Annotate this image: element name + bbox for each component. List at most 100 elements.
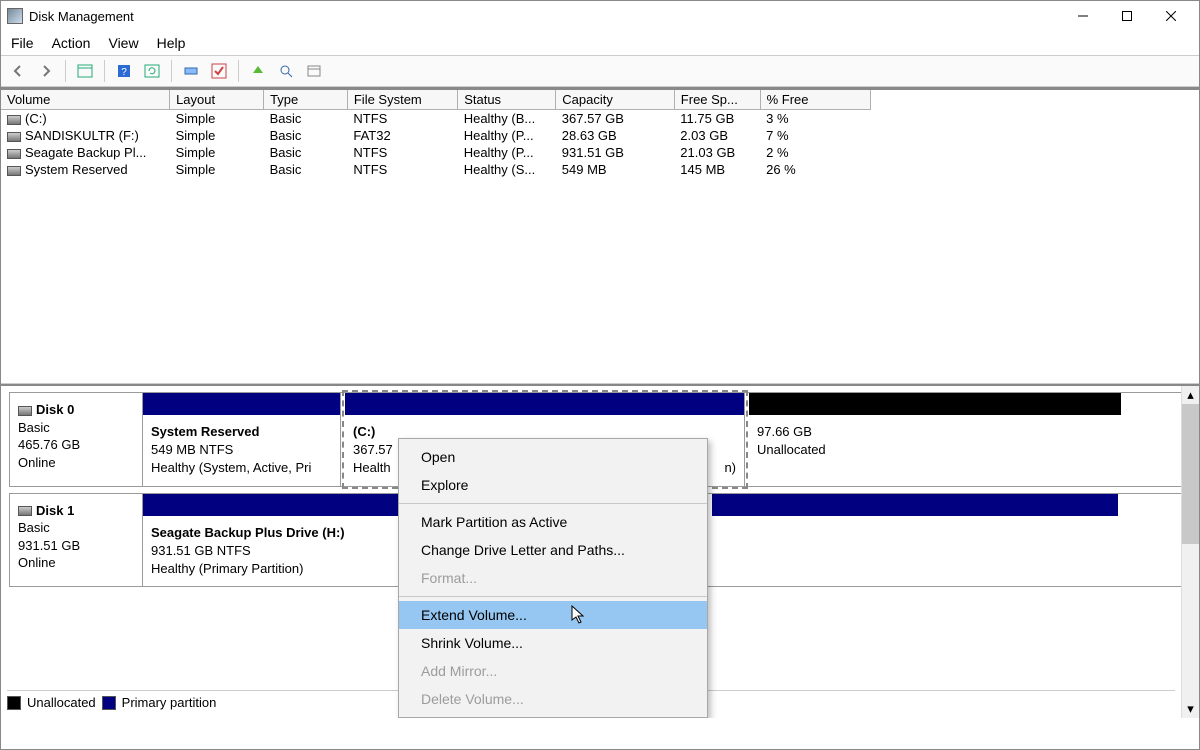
partition-status: Healthy (System, Active, Pri	[151, 459, 332, 477]
volume-status: Healthy (P...	[458, 127, 556, 144]
drive-icon	[7, 149, 21, 159]
disk-icon	[18, 506, 32, 516]
ctx-add-mirror[interactable]: Add Mirror...	[399, 657, 707, 685]
col-percent-free[interactable]: % Free	[760, 90, 870, 110]
table-row[interactable]: (C:) Simple Basic NTFS Healthy (B... 367…	[1, 110, 871, 128]
disk-info[interactable]: Disk 1 Basic 931.51 GB Online	[10, 494, 143, 587]
toolbar-divider	[65, 60, 66, 82]
ctx-format[interactable]: Format...	[399, 564, 707, 592]
ctx-explore[interactable]: Explore	[399, 471, 707, 499]
volume-table-area: Volume Layout Type File System Status Ca…	[1, 87, 1199, 384]
scroll-thumb[interactable]	[1182, 404, 1199, 544]
volume-filesystem: NTFS	[347, 161, 457, 178]
action-up-icon[interactable]	[247, 60, 269, 82]
toolbar: ?	[1, 55, 1199, 87]
volume-type: Basic	[264, 127, 348, 144]
volume-table[interactable]: Volume Layout Type File System Status Ca…	[1, 90, 871, 178]
disk-list-icon[interactable]	[180, 60, 202, 82]
volume-name: System Reserved	[25, 162, 128, 177]
disk-name: Disk 0	[36, 402, 74, 417]
ctx-change-drive-letter[interactable]: Change Drive Letter and Paths...	[399, 536, 707, 564]
forward-button[interactable]	[35, 60, 57, 82]
disk-size: 465.76 GB	[18, 436, 134, 454]
legend-primary-label: Primary partition	[122, 695, 217, 710]
window-title: Disk Management	[29, 9, 134, 24]
ctx-shrink-volume[interactable]: Shrink Volume...	[399, 629, 707, 657]
ctx-delete-volume[interactable]: Delete Volume...	[399, 685, 707, 713]
maximize-button[interactable]	[1105, 1, 1149, 31]
toolbar-divider	[104, 60, 105, 82]
partition-bar	[712, 494, 1118, 516]
menu-help[interactable]: Help	[157, 35, 186, 51]
properties-icon[interactable]	[303, 60, 325, 82]
volume-type: Basic	[264, 161, 348, 178]
drive-icon	[7, 132, 21, 142]
volume-layout: Simple	[170, 161, 264, 178]
ctx-extend-volume[interactable]: Extend Volume...	[399, 601, 707, 629]
refresh-icon[interactable]	[141, 60, 163, 82]
col-layout[interactable]: Layout	[170, 90, 264, 110]
app-icon	[7, 8, 23, 24]
minimize-button[interactable]	[1061, 1, 1105, 31]
show-hide-console-tree-icon[interactable]	[74, 60, 96, 82]
scroll-down-icon[interactable]: ▾	[1182, 700, 1199, 718]
titlebar: Disk Management	[1, 1, 1199, 31]
volume-filesystem: NTFS	[347, 144, 457, 161]
help-icon[interactable]: ?	[113, 60, 135, 82]
volume-pct-free: 2 %	[760, 144, 870, 161]
partition-bar	[749, 393, 1121, 415]
volume-capacity: 28.63 GB	[556, 127, 675, 144]
legend-unallocated-swatch	[7, 696, 21, 710]
col-volume[interactable]: Volume	[1, 90, 170, 110]
volume-pct-free: 3 %	[760, 110, 870, 128]
partition-bar	[345, 393, 744, 415]
disk-icon	[18, 406, 32, 416]
volume-layout: Simple	[170, 110, 264, 128]
volume-capacity: 549 MB	[556, 161, 675, 178]
ctx-open[interactable]: Open	[399, 443, 707, 471]
col-type[interactable]: Type	[264, 90, 348, 110]
toolbar-divider	[238, 60, 239, 82]
volume-filesystem: NTFS	[347, 110, 457, 128]
col-filesystem[interactable]: File System	[347, 90, 457, 110]
vertical-scrollbar[interactable]: ▴ ▾	[1181, 386, 1199, 718]
disk-status: Online	[18, 554, 134, 572]
menubar: File Action View Help	[1, 31, 1199, 55]
volume-filesystem: FAT32	[347, 127, 457, 144]
col-status[interactable]: Status	[458, 90, 556, 110]
partition-size: 549 MB NTFS	[151, 441, 332, 459]
volume-layout: Simple	[170, 144, 264, 161]
table-row[interactable]: SANDISKULTR (F:) Simple Basic FAT32 Heal…	[1, 127, 871, 144]
volume-free: 21.03 GB	[674, 144, 760, 161]
drive-icon	[7, 166, 21, 176]
disk-info[interactable]: Disk 0 Basic 465.76 GB Online	[10, 393, 143, 486]
search-icon[interactable]	[275, 60, 297, 82]
col-capacity[interactable]: Capacity	[556, 90, 675, 110]
context-menu: Open Explore Mark Partition as Active Ch…	[398, 438, 708, 718]
volume-capacity: 931.51 GB	[556, 144, 675, 161]
partition-primary[interactable]: System Reserved 549 MB NTFS Healthy (Sys…	[143, 393, 341, 486]
close-button[interactable]	[1149, 1, 1193, 31]
disk-name: Disk 1	[36, 503, 74, 518]
col-free-space[interactable]: Free Sp...	[674, 90, 760, 110]
partition-title: System Reserved	[151, 423, 332, 441]
menu-file[interactable]: File	[11, 35, 34, 51]
volume-pct-free: 26 %	[760, 161, 870, 178]
disk-layout-area: Disk 0 Basic 465.76 GB Online System Res…	[1, 384, 1199, 718]
volume-status: Healthy (B...	[458, 110, 556, 128]
volume-free: 145 MB	[674, 161, 760, 178]
partition-primary[interactable]	[712, 494, 1118, 587]
scroll-up-icon[interactable]: ▴	[1182, 386, 1199, 404]
volume-capacity: 367.57 GB	[556, 110, 675, 128]
ctx-mark-active[interactable]: Mark Partition as Active	[399, 508, 707, 536]
partition-unallocated[interactable]: 97.66 GB Unallocated	[749, 393, 1121, 486]
back-button[interactable]	[7, 60, 29, 82]
disk-type: Basic	[18, 419, 134, 437]
table-row[interactable]: Seagate Backup Pl... Simple Basic NTFS H…	[1, 144, 871, 161]
menu-view[interactable]: View	[108, 35, 138, 51]
svg-text:?: ?	[121, 67, 127, 78]
checked-list-icon[interactable]	[208, 60, 230, 82]
legend-primary-swatch	[102, 696, 116, 710]
table-row[interactable]: System Reserved Simple Basic NTFS Health…	[1, 161, 871, 178]
menu-action[interactable]: Action	[52, 35, 91, 51]
